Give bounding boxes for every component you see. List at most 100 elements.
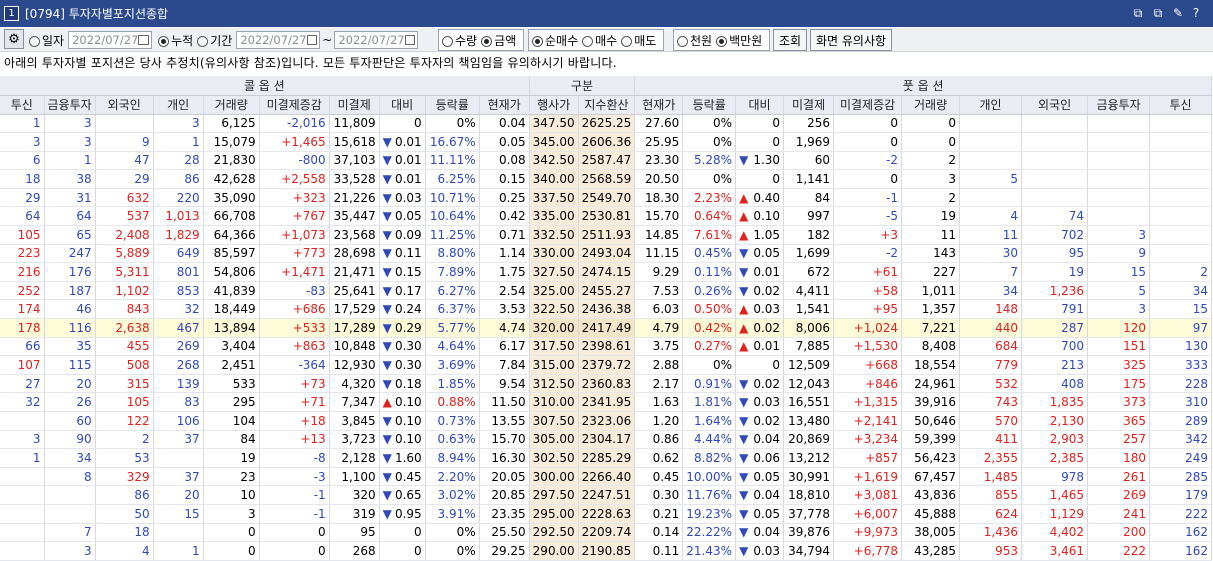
- screen-notice-button[interactable]: 화면 유의사항: [810, 29, 893, 51]
- table-row[interactable]: 107 115 508 268 2,451 -364 12,930 ▼ 0.30 3.69% 7.8…: [0, 355, 1213, 375]
- cell-put-individual: 532: [959, 374, 1023, 394]
- gear-icon[interactable]: ⚙: [4, 29, 24, 49]
- table-row[interactable]: 29 31 632 220 35,090 +323 21,226 ▼ 0.03 10.71% 0.2…: [0, 188, 1213, 208]
- measure-amount-radio[interactable]: 금액: [481, 32, 516, 49]
- table-row[interactable]: 86 20 10 -1 320 ▼ 0.65 3.02% 20.85 297.50 2247.51 0…: [0, 485, 1213, 505]
- trade-net-radio[interactable]: 순매수: [532, 32, 578, 49]
- help-icon[interactable]: ?: [1188, 5, 1204, 21]
- table-row[interactable]: 105 65 2,408 1,829 64,366 +1,073 23,568 ▼ 0.09 11…: [0, 225, 1213, 245]
- cell-put-foreign: 95: [1021, 244, 1089, 264]
- cell-call-rate: 11.11%: [425, 151, 480, 171]
- link-icon[interactable]: ⧉: [1130, 5, 1146, 21]
- col-header-call-change[interactable]: 대비: [379, 95, 426, 115]
- cell-put-oi: 1,969: [783, 132, 835, 152]
- table-row[interactable]: 27 20 315 139 533 +73 4,320 ▼ 0.18 1.85% 9.54 312.5…: [0, 374, 1213, 394]
- col-header-put-price[interactable]: 현재가: [634, 95, 684, 115]
- trade-buy-radio[interactable]: 매수: [582, 32, 617, 49]
- col-header-put-oi-change[interactable]: 미결제증감: [833, 95, 903, 115]
- col-header-call-volume[interactable]: 거래량: [203, 95, 260, 115]
- period-end-value: 2022/07/27: [338, 33, 405, 47]
- query-button[interactable]: 조회: [773, 29, 808, 51]
- table-row[interactable]: 223 247 5,889 649 85,597 +773 28,698 ▼ 0.11 8.80%…: [0, 244, 1213, 264]
- col-header-put-rate[interactable]: 등락률: [682, 95, 737, 115]
- cell-put-price: 6.03: [634, 299, 684, 320]
- cell-call-rate: 11.25%: [425, 225, 480, 245]
- cell-call-foreign: 329: [95, 467, 154, 487]
- calendar-icon[interactable]: [306, 35, 318, 45]
- unit-thousand-label: 천원: [690, 33, 713, 48]
- cell-put-oi-change: +3: [833, 225, 903, 245]
- trade-sell-radio[interactable]: 매도: [621, 32, 656, 49]
- calendar-icon[interactable]: [138, 35, 150, 45]
- col-header-put-foreign[interactable]: 외국인: [1021, 95, 1089, 115]
- calendar-icon[interactable]: [404, 35, 416, 45]
- table-row[interactable]: 252 187 1,102 853 41,839 -83 25,641 ▼ 0.17 6.27% 2…: [0, 281, 1213, 301]
- change-value: 0.45: [394, 469, 422, 484]
- table-row[interactable]: 6 1 47 28 21,830 -800 37,103 ▼ 0.01 11.11% 0.08 342…: [0, 151, 1213, 171]
- col-header-put-trust[interactable]: 투신: [1149, 95, 1213, 115]
- mode-period-radio[interactable]: 기간: [197, 32, 232, 49]
- col-header-put-change[interactable]: 대비: [735, 95, 785, 115]
- col-header-strike[interactable]: 행사가: [529, 95, 579, 115]
- mode-cumulative-radio[interactable]: 누적: [158, 32, 193, 49]
- col-header-call-individual[interactable]: 개인: [153, 95, 204, 115]
- table-row[interactable]: 18 38 29 86 42,628 +2,558 33,528 ▼ 0.01 6.25% 0.15…: [0, 169, 1213, 189]
- cell-put-oi: 1,699: [783, 244, 835, 264]
- col-header-call-oi-change[interactable]: 미결제증감: [259, 95, 330, 115]
- col-header-call-oi[interactable]: 미결제: [329, 95, 380, 115]
- period-end-input[interactable]: 2022/07/27: [334, 31, 419, 49]
- col-header-call-price[interactable]: 현재가: [479, 95, 530, 115]
- cell-call-oi-change: -83: [259, 281, 330, 301]
- cell-call-foreign: 537: [95, 206, 154, 227]
- cell-put-fininv: 269: [1087, 485, 1151, 505]
- table-row[interactable]: 3 4 1 0 0 268 0 0% 29.25 290.00 2190.85 0.11 21.43% ▼…: [0, 541, 1213, 561]
- cell-call-rate: 2.20%: [425, 467, 480, 487]
- table-row[interactable]: 8 329 37 23 -3 1,100 ▼ 0.45 2.20% 20.05 300.00 2266…: [0, 467, 1213, 487]
- table-row[interactable]: 66 35 455 269 3,404 +863 10,848 ▼ 0.30 4.64% 6.17 3…: [0, 337, 1213, 357]
- cell-call-trust: [0, 523, 45, 543]
- table-row[interactable]: 50 15 3 -1 319 ▼ 0.95 3.91% 23.35 295.00 2228.63 0.…: [0, 504, 1213, 524]
- period-start-input[interactable]: 2022/07/27: [236, 31, 321, 49]
- copy-icon[interactable]: ⧉: [1150, 5, 1166, 21]
- cell-put-fininv: [1087, 206, 1151, 227]
- cell-call-oi-change: -8: [259, 448, 330, 468]
- cell-put-price: 9.29: [634, 262, 684, 282]
- table-row[interactable]: 3 3 9 1 15,079 +1,465 15,618 ▼ 0.01 16.67% 0.05 345…: [0, 132, 1213, 152]
- col-header-call-foreign[interactable]: 외국인: [95, 95, 154, 115]
- table-row[interactable]: 60 122 106 104 +18 3,845 ▼ 0.10 0.73% 13.55 307.50…: [0, 411, 1213, 431]
- unit-million-radio[interactable]: 백만원: [716, 32, 762, 49]
- cell-put-price: 18.30: [634, 188, 684, 208]
- edit-icon[interactable]: ✎: [1170, 5, 1186, 21]
- col-header-put-volume[interactable]: 거래량: [901, 95, 961, 115]
- table-row[interactable]: 7 18 0 0 95 0 0% 25.50 292.50 2209.74 0.14 22.22% ▼ 0…: [0, 523, 1213, 543]
- table-row[interactable]: 178 116 2,638 467 13,894 +533 17,289 ▼ 0.29 5.77%…: [0, 318, 1213, 338]
- table-body[interactable]: 1 3 3 6,125 -2,016 11,809 0 0% 0.04 347.50 2625.25…: [0, 114, 1213, 561]
- table-row[interactable]: 64 64 537 1,013 66,708 +767 35,447 ▼ 0.05 10.64% 0…: [0, 206, 1213, 227]
- table-row[interactable]: 3 90 2 37 84 +13 3,723 ▼ 0.10 0.63% 15.70 305.00 230…: [0, 430, 1213, 450]
- col-header-put-individual[interactable]: 개인: [959, 95, 1023, 115]
- cell-put-fininv: 261: [1087, 467, 1151, 487]
- unit-thousand-radio[interactable]: 천원: [677, 32, 712, 49]
- col-header-call-rate[interactable]: 등락률: [425, 95, 480, 115]
- date-from-input[interactable]: 2022/07/27: [68, 31, 153, 49]
- col-header-put-oi[interactable]: 미결제: [783, 95, 835, 115]
- table-row[interactable]: 216 176 5,311 801 54,806 +1,471 21,471 ▼ 0.15 7.8…: [0, 262, 1213, 282]
- measure-quantity-radio[interactable]: 수량: [442, 32, 477, 49]
- cell-call-oi: 320: [329, 485, 380, 505]
- table-row[interactable]: 1 3 3 6,125 -2,016 11,809 0 0% 0.04 347.50 2625.25…: [0, 114, 1213, 134]
- mode-daily-radio[interactable]: 일자: [29, 32, 64, 49]
- table-row[interactable]: 174 46 843 32 18,449 +686 17,529 ▼ 0.24 6.37% 3.53…: [0, 299, 1213, 320]
- table-row[interactable]: 1 34 53 19 -8 2,128 ▼ 1.60 8.94% 16.30 302.50 2285.…: [0, 448, 1213, 468]
- cell-put-fininv: 241: [1087, 504, 1151, 524]
- col-header-call-trust[interactable]: 투신: [0, 95, 45, 115]
- col-header-put-fininv[interactable]: 금융투자: [1087, 95, 1151, 115]
- cell-call-individual: 37: [153, 467, 204, 487]
- cell-put-trust: 162: [1149, 523, 1213, 543]
- cell-put-foreign: 1,835: [1021, 392, 1089, 412]
- col-header-index-equiv[interactable]: 지수환산: [578, 95, 636, 115]
- col-header-call-fininv[interactable]: 금융투자: [44, 95, 96, 115]
- down-arrow-icon: ▼: [382, 265, 392, 280]
- table-row[interactable]: 32 26 105 83 295 +71 7,347 ▲ 0.10 0.88% 11.50 310.0…: [0, 392, 1213, 412]
- cell-call-rate: 8.80%: [425, 244, 480, 264]
- radio-icon: [677, 35, 688, 47]
